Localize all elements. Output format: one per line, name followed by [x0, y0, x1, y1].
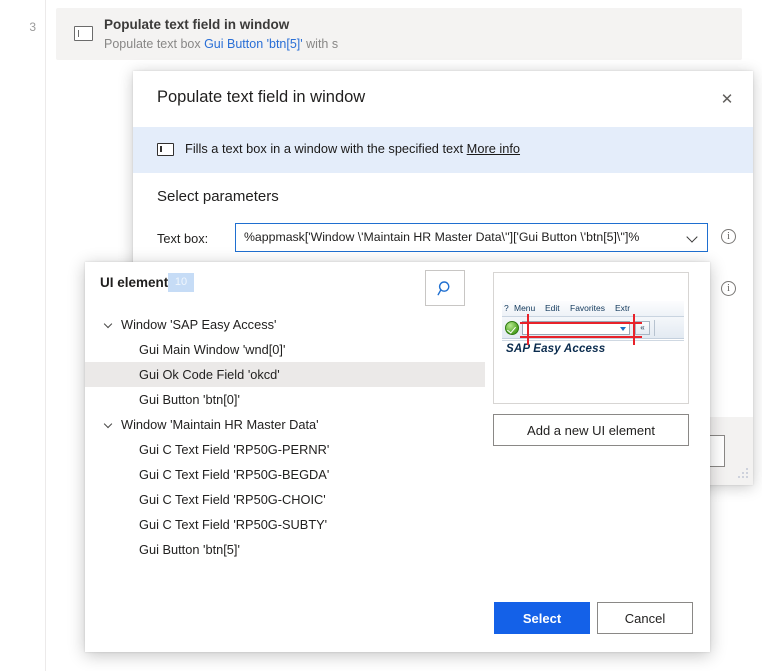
sap-menu-item-extras: Extr [615, 303, 631, 313]
sap-menu-item-edit: Edit [545, 303, 560, 313]
select-button[interactable]: Select [494, 602, 590, 634]
picker-action-bar: Select Cancel [85, 578, 710, 652]
info-circle-icon[interactable]: i [721, 281, 736, 296]
tree-item-row[interactable]: Gui C Text Field 'RP50G-BEGDA' [85, 462, 485, 487]
text-box-label: Text box: [157, 231, 209, 246]
chevron-down-icon [620, 327, 626, 331]
tree-group-row[interactable]: Window 'Maintain HR Master Data' [85, 412, 485, 437]
sap-toolbar-separator [654, 320, 655, 336]
sap-menu-item-help: ? [504, 303, 509, 313]
tree-item-row[interactable]: Gui C Text Field 'RP50G-PERNR' [85, 437, 485, 462]
picker-title: UI elements [100, 275, 176, 290]
chevron-down-icon[interactable] [688, 232, 699, 243]
flow-action-description-link[interactable]: Gui Button 'btn[5]' [204, 37, 303, 51]
tree-item-row[interactable]: Gui C Text Field 'RP50G-SUBTY' [85, 512, 485, 537]
highlight-marker-left [527, 314, 529, 345]
text-field-icon [74, 26, 93, 41]
ui-elements-count-badge: 10 [168, 273, 194, 292]
flow-line-number: 3 [29, 20, 36, 34]
tree-item-label: Gui C Text Field 'RP50G-BEGDA' [139, 467, 330, 482]
tree-item-label: Gui C Text Field 'RP50G-SUBTY' [139, 517, 328, 532]
close-icon[interactable]: ✕ [711, 83, 743, 115]
banner-description: Fills a text box in a window with the sp… [185, 141, 467, 156]
sap-menu-bar: ? Menu Edit Favorites Extr [502, 301, 684, 317]
tree-item-label: Window 'Maintain HR Master Data' [121, 417, 319, 432]
tree-item-label: Window 'SAP Easy Access' [121, 317, 277, 332]
tree-item-row[interactable]: Gui C Text Field 'RP50G-CHOIC' [85, 487, 485, 512]
flow-action-description: Populate text box Gui Button 'btn[5]' wi… [104, 37, 338, 51]
banner-text: Fills a text box in a window with the sp… [185, 141, 520, 156]
tree-item-label: Gui C Text Field 'RP50G-PERNR' [139, 442, 330, 457]
highlight-marker-bottom [520, 336, 642, 338]
sap-menu-item-menu: Menu [514, 303, 536, 313]
info-circle-icon[interactable]: i [721, 229, 736, 244]
highlight-marker-top [520, 322, 642, 324]
tree-item-label: Gui Button 'btn[5]' [139, 542, 240, 557]
resize-grip-icon[interactable] [735, 467, 749, 481]
text-field-icon [157, 143, 174, 156]
sap-enter-check-icon [505, 321, 519, 335]
sap-screenshot: ? Menu Edit Favorites Extr « SAP Easy Ac… [502, 301, 684, 371]
flow-action-title: Populate text field in window [104, 17, 290, 32]
ui-elements-picker: UI elements 10 Window 'SAP Easy Access' G… [85, 262, 710, 652]
section-title: Select parameters [157, 188, 279, 205]
tree-item-row[interactable]: Gui Button 'btn[5]' [85, 537, 485, 562]
text-box-value: %appmask['Window \'Maintain HR Master Da… [244, 230, 640, 244]
highlight-marker-right [633, 314, 635, 345]
search-icon [437, 280, 449, 295]
flow-action-description-prefix: Populate text box [104, 37, 205, 51]
flow-action-row[interactable]: Populate text field in window Populate t… [56, 8, 742, 60]
cancel-button[interactable]: Cancel [597, 602, 693, 634]
tree-item-label: Gui Ok Code Field 'okcd' [139, 367, 280, 382]
flow-gutter [0, 0, 46, 671]
chevron-down-icon[interactable] [105, 421, 113, 429]
ui-element-preview: ? Menu Edit Favorites Extr « SAP Easy Ac… [493, 272, 689, 404]
ui-elements-tree[interactable]: Window 'SAP Easy Access' Gui Main Window … [85, 312, 485, 582]
text-box-input[interactable]: %appmask['Window \'Maintain HR Master Da… [235, 223, 708, 252]
sap-menu-item-favorites: Favorites [570, 303, 605, 313]
add-new-ui-element-button[interactable]: Add a new UI element [493, 414, 689, 446]
tree-item-row[interactable]: Gui Main Window 'wnd[0]' [85, 337, 485, 362]
tree-item-label: Gui Main Window 'wnd[0]' [139, 342, 286, 357]
dialog-title: Populate text field in window [157, 88, 366, 106]
sap-window-title: SAP Easy Access [506, 343, 606, 355]
chevron-down-icon[interactable] [105, 321, 113, 329]
search-button[interactable] [425, 270, 465, 306]
tree-item-label: Gui C Text Field 'RP50G-CHOIC' [139, 492, 326, 507]
flow-action-description-suffix: with s [302, 37, 339, 51]
tree-item-row[interactable]: Gui Ok Code Field 'okcd' [85, 362, 485, 387]
more-info-link[interactable]: More info [467, 141, 520, 156]
tree-item-row[interactable]: Gui Button 'btn[0]' [85, 387, 485, 412]
tree-item-label: Gui Button 'btn[0]' [139, 392, 240, 407]
tree-group-row[interactable]: Window 'SAP Easy Access' [85, 312, 485, 337]
dialog-info-banner: Fills a text box in a window with the sp… [133, 127, 753, 173]
